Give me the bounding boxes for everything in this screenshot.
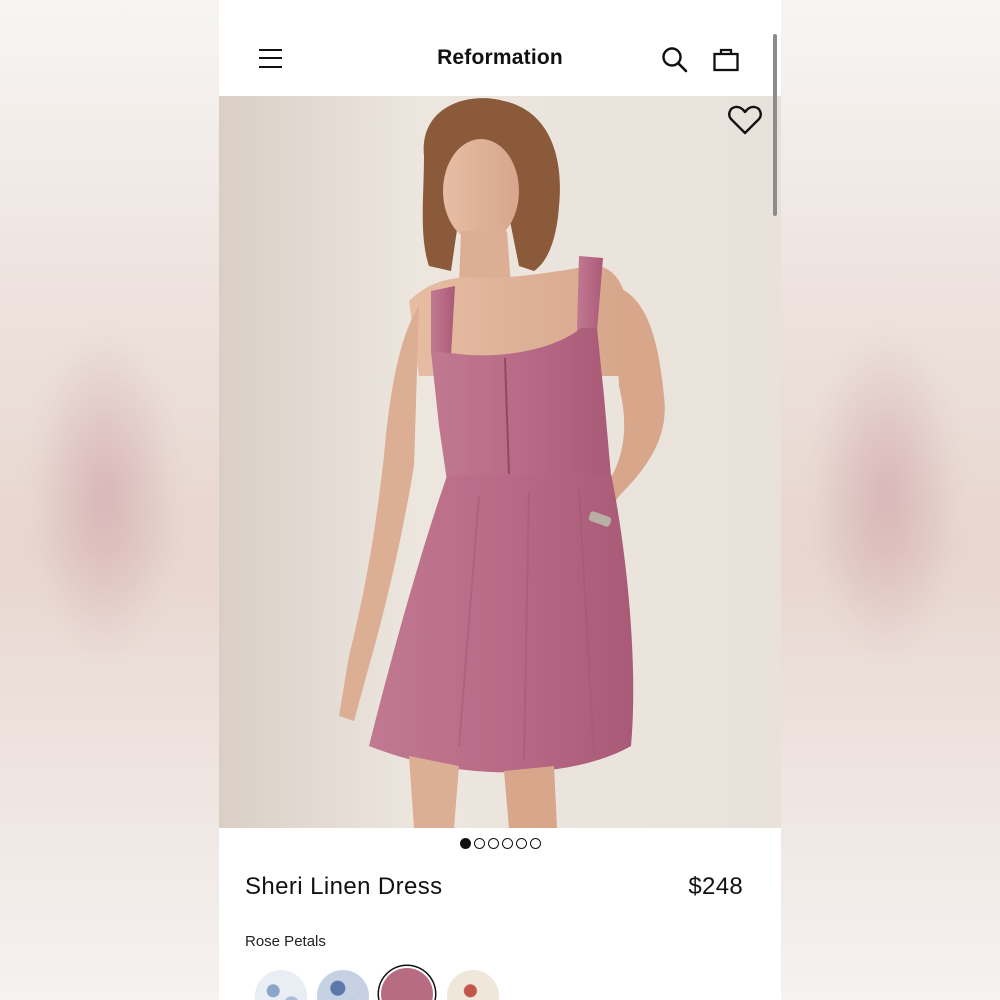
- blurred-background-left: [0, 0, 219, 1000]
- shopping-bag-icon[interactable]: [712, 45, 740, 73]
- product-image[interactable]: [219, 96, 781, 828]
- color-swatches: [249, 962, 769, 1000]
- pagination-dot[interactable]: [473, 838, 485, 849]
- product-photo-illustration: [219, 96, 781, 828]
- product-name: Sheri Linen Dress: [245, 873, 443, 900]
- heart-icon[interactable]: [727, 104, 763, 136]
- pagination-dot[interactable]: [487, 838, 499, 849]
- phone-screen: Reformation Sheri Linen Dress $248 Rose …: [219, 0, 781, 1000]
- blurred-background-right: [781, 0, 1000, 1000]
- swatch-cream-floral[interactable]: [447, 970, 499, 1000]
- pagination-dot[interactable]: [459, 838, 471, 849]
- selected-color-name: Rose Petals: [245, 933, 326, 950]
- site-header: Reformation: [219, 0, 781, 96]
- pagination-dot[interactable]: [529, 838, 541, 849]
- swatch-blue-floral[interactable]: [317, 970, 369, 1000]
- brand-logo[interactable]: Reformation: [219, 46, 781, 70]
- pagination-dot[interactable]: [501, 838, 513, 849]
- pagination-dot[interactable]: [515, 838, 527, 849]
- image-pagination-dots: [219, 838, 781, 852]
- product-price: $248: [688, 873, 743, 900]
- scrollbar[interactable]: [773, 34, 777, 216]
- swatch-rose-petals[interactable]: [381, 968, 433, 1000]
- swatch-white-blue-floral[interactable]: [255, 970, 307, 1000]
- search-icon[interactable]: [661, 46, 689, 74]
